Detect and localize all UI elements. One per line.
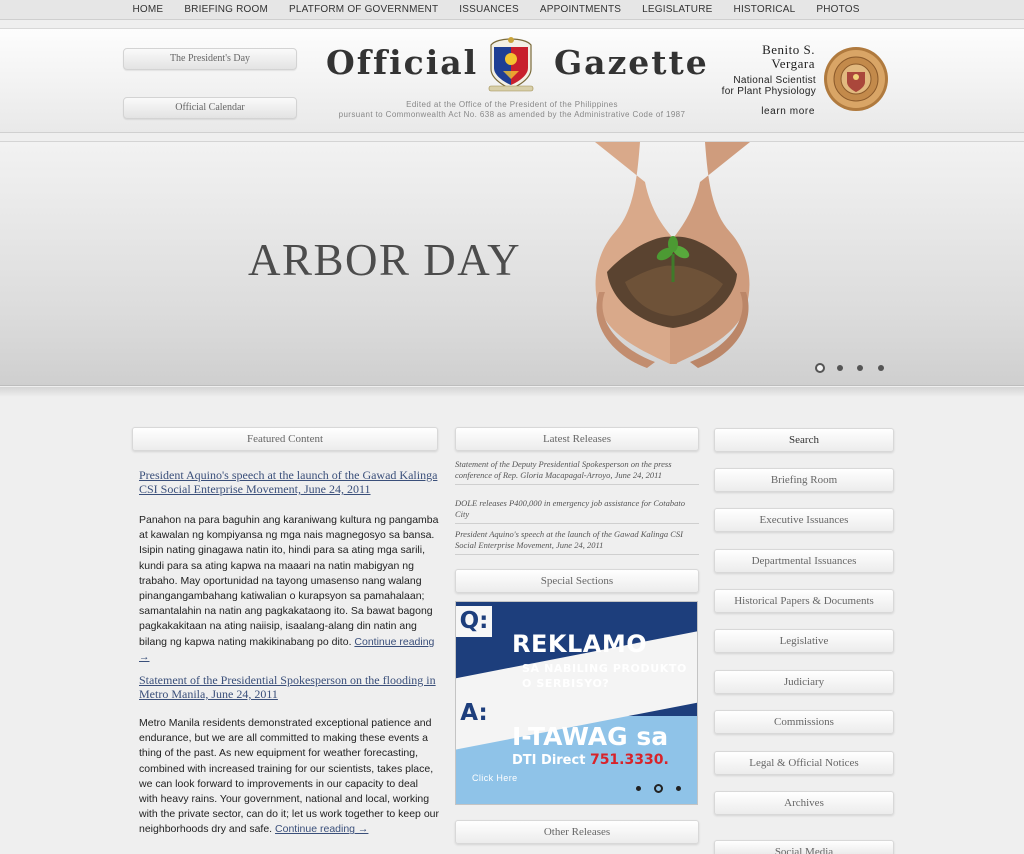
nav-photos[interactable]: PHOTOS (806, 0, 870, 19)
ad-slide-dot-1[interactable] (636, 786, 641, 791)
coat-of-arms-icon (488, 37, 534, 92)
masthead: The President's Day Official Calendar Of… (0, 28, 1024, 133)
featured-article-1-title[interactable]: President Aquino's speech at the launch … (139, 468, 449, 496)
presidents-day-button[interactable]: The President's Day (123, 48, 297, 70)
featured-person-name: Benito S. Vergara (762, 43, 815, 71)
latest-release-item-2[interactable]: DOLE releases P400,000 in emergency job … (455, 498, 699, 524)
featured-article-2-title[interactable]: Statement of the Presidential Spokespers… (139, 673, 449, 701)
hands-holding-seedling-icon (595, 142, 750, 368)
hero-banner: ARBOR DAY (0, 141, 1024, 386)
ad-dti-brand: DTI Direct (512, 753, 586, 768)
sidebar-executive-issuances[interactable]: Executive Issuances (714, 508, 894, 532)
sidebar-briefing-room[interactable]: Briefing Room (714, 468, 894, 492)
ad-call-text: I-TAWAG sa (512, 722, 669, 751)
sidebar-legislative[interactable]: Legislative (714, 629, 894, 653)
edited-line-2: pursuant to Commonwealth Act No. 638 as … (338, 110, 686, 119)
national-scientist-seal-icon[interactable] (823, 46, 889, 112)
continue-reading-link-2[interactable]: Continue reading → (275, 823, 368, 835)
edited-line-1: Edited at the Office of the President of… (406, 100, 618, 109)
ad-subline-1: SA NABILING PRODUKTO (522, 662, 687, 675)
ad-subline-2: O SERBISYO? (522, 677, 610, 690)
banner-slide-dot-1[interactable] (815, 363, 825, 373)
latest-release-item-3[interactable]: President Aquino's speech at the launch … (455, 529, 699, 555)
official-calendar-button[interactable]: Official Calendar (123, 97, 297, 119)
sidebar-legal-official-notices[interactable]: Legal & Official Notices (714, 751, 894, 775)
ad-click-here-link[interactable]: Click Here (472, 773, 518, 783)
banner-shadow (0, 387, 1024, 397)
latest-releases-heading: Latest Releases (455, 427, 699, 451)
gazette-title-right: Gazette (554, 43, 709, 82)
special-sections-heading: Special Sections (455, 569, 699, 593)
ad-q-label: Q: (456, 606, 492, 637)
other-releases-heading: Other Releases (455, 820, 699, 844)
ad-slide-dot-2[interactable] (654, 784, 663, 793)
featured-article-1-text: Panahon na para baguhin ang karaniwang k… (139, 514, 439, 648)
banner-slide-dot-3[interactable] (857, 365, 863, 371)
featured-content-heading: Featured Content (132, 427, 438, 451)
sidebar-search[interactable]: Search (714, 428, 894, 452)
sidebar-social-media[interactable]: Social Media (714, 840, 894, 854)
ad-headline: REKLAMO (512, 630, 648, 658)
banner-slide-dot-2[interactable] (837, 365, 843, 371)
featured-article-2-text: Metro Manila residents demonstrated exce… (139, 717, 439, 836)
nav-historical[interactable]: HISTORICAL (723, 0, 806, 19)
top-navigation: HOME BRIEFING ROOM PLATFORM OF GOVERNMEN… (0, 0, 1024, 20)
featured-subtitle-2: for Plant Physiology (721, 86, 816, 97)
nav-legislature[interactable]: LEGISLATURE (632, 0, 723, 19)
featured-name-line-2: Vergara (771, 56, 815, 71)
banner-slide-dot-4[interactable] (878, 365, 884, 371)
ad-phone-number: 751.3330. (589, 752, 669, 768)
sidebar-historical-papers[interactable]: Historical Papers & Documents (714, 589, 894, 613)
sidebar-archives[interactable]: Archives (714, 791, 894, 815)
ad-slide-dot-3[interactable] (676, 786, 681, 791)
sidebar-departmental-issuances[interactable]: Departmental Issuances (714, 549, 894, 573)
dti-direct-ad-banner[interactable]: Q: REKLAMO SA NABILING PRODUKTO O SERBIS… (455, 601, 698, 805)
sidebar-commissions[interactable]: Commissions (714, 710, 894, 734)
learn-more-link[interactable]: learn more (761, 106, 815, 117)
featured-article-1-body: Panahon na para baguhin ang karaniwang k… (139, 513, 439, 665)
ad-dti-line: DTI Direct 751.3330. (512, 752, 669, 768)
nav-appointments[interactable]: APPOINTMENTS (529, 0, 631, 19)
nav-issuances[interactable]: ISSUANCES (449, 0, 530, 19)
gazette-title-left: Official (326, 43, 479, 82)
latest-release-item-1[interactable]: Statement of the Deputy Presidential Spo… (455, 459, 699, 485)
nav-home[interactable]: HOME (122, 0, 174, 19)
nav-platform-of-government[interactable]: PLATFORM OF GOVERNMENT (279, 0, 449, 19)
nav-briefing-room[interactable]: BRIEFING ROOM (174, 0, 279, 19)
featured-article-2-body: Metro Manila residents demonstrated exce… (139, 716, 439, 838)
featured-name-line-1: Benito S. (762, 42, 815, 57)
featured-subtitle-1: National Scientist (733, 75, 816, 86)
banner-title: ARBOR DAY (248, 235, 522, 285)
sidebar-judiciary[interactable]: Judiciary (714, 670, 894, 694)
ad-a-label: A: (460, 700, 488, 726)
